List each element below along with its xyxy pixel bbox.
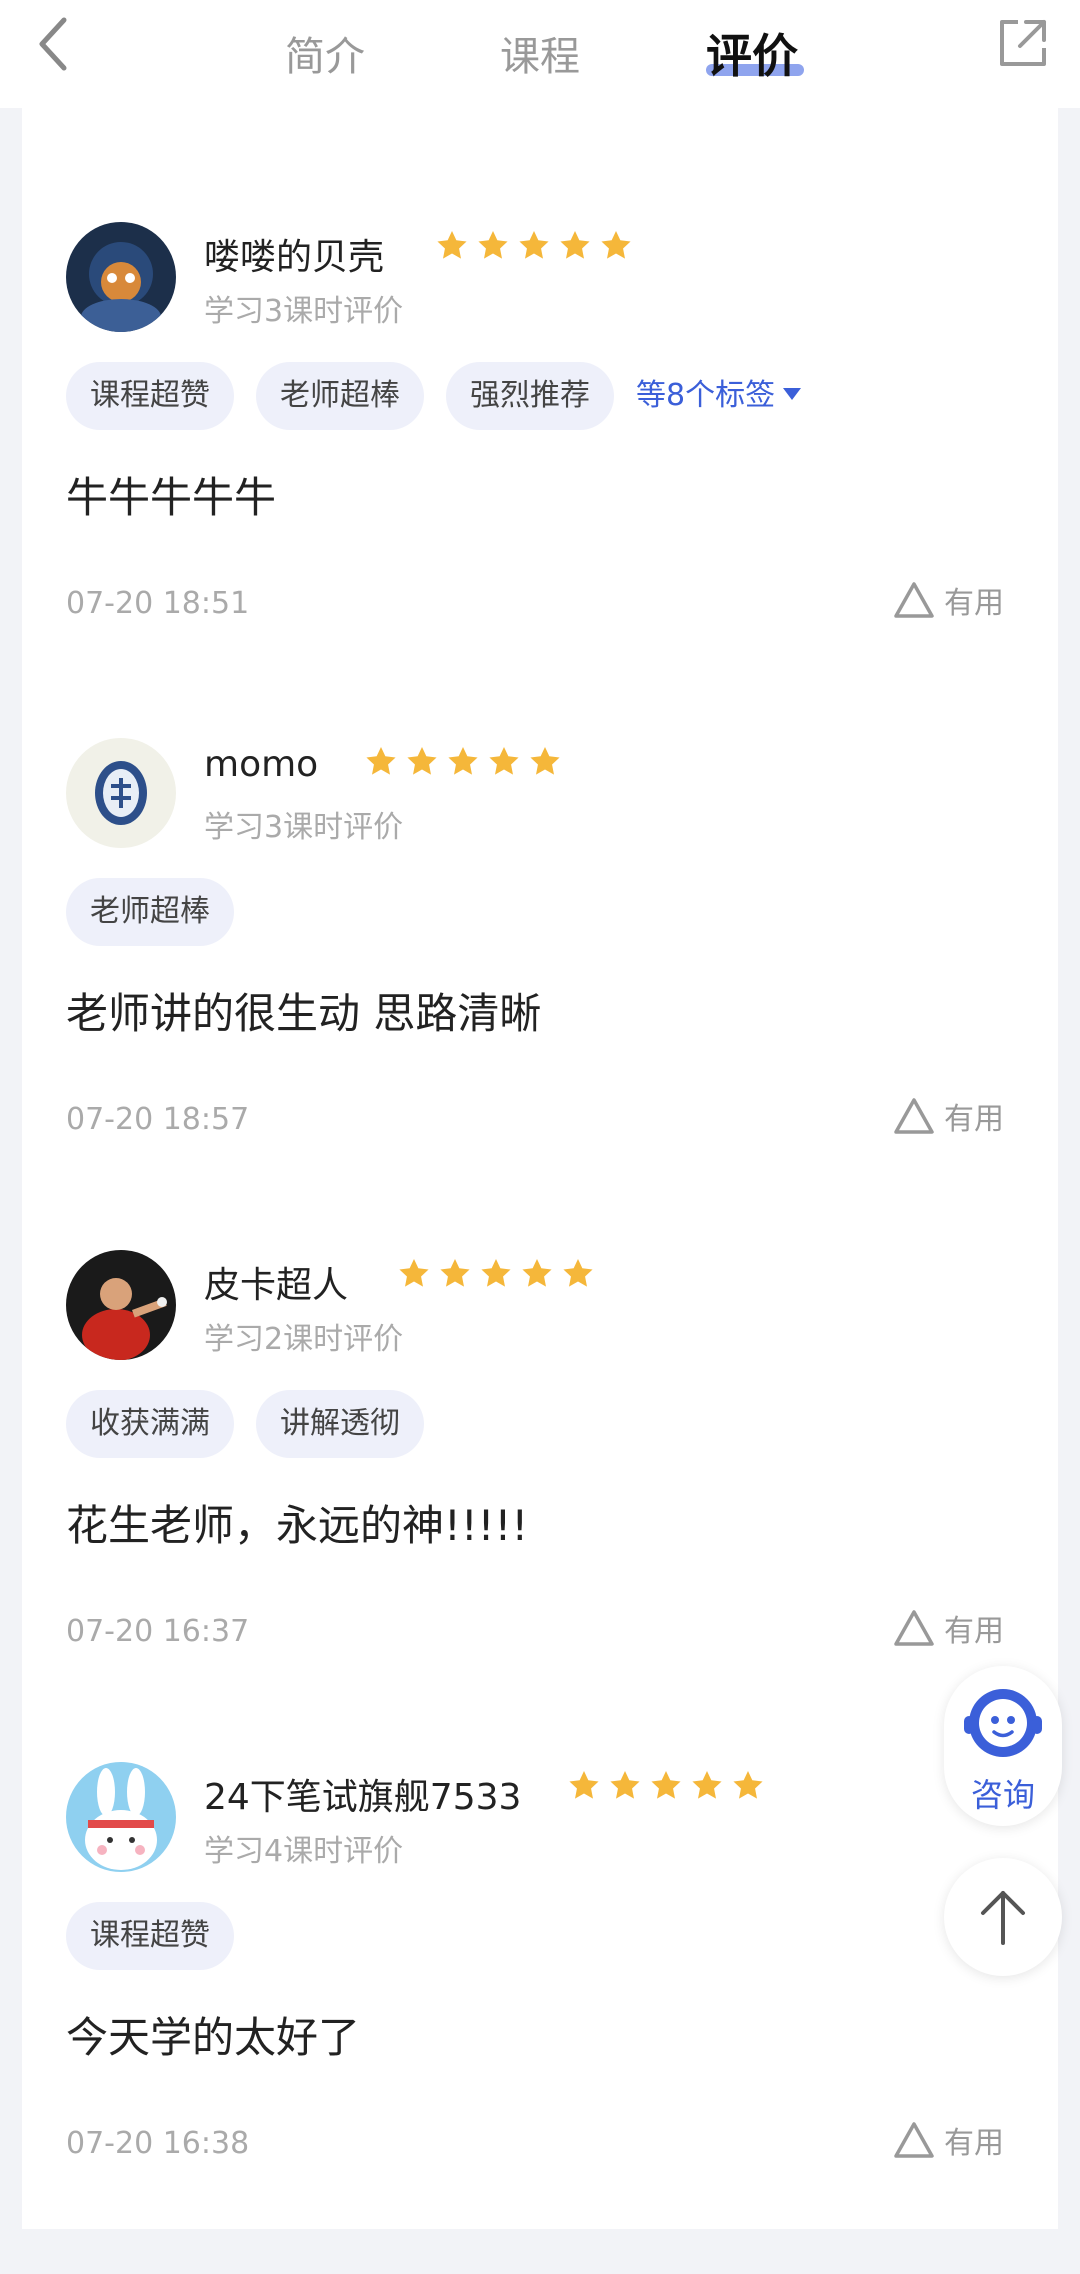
star-icon [407,747,437,775]
tab-intro[interactable]: 简介 [285,24,365,82]
useful-label: 有用 [944,1102,1004,1137]
back-to-top-button[interactable] [944,1858,1062,1976]
share-external-icon [1000,20,1046,66]
star-icon [563,1259,593,1287]
username[interactable]: 24下笔试旗舰7533 [204,1768,521,1820]
useful-button[interactable]: 有用 [892,2118,1004,2162]
rating-stars [363,744,568,780]
star-icon [560,231,590,259]
useful-button[interactable]: 有用 [892,1094,1004,1138]
star-icon [437,231,467,259]
review-content: 牛牛牛牛牛 [66,473,277,522]
star-icon [733,1771,763,1799]
consult-button[interactable]: 咨询 [944,1666,1062,1826]
review-time: 07-20 16:37 [66,1614,250,1649]
star-icon [366,747,396,775]
useful-button[interactable]: 有用 [892,578,1004,622]
thumb-triangle-icon [894,582,934,618]
review-tag: 老师超棒 [256,362,424,430]
review-item: 24下笔试旗舰7533 学习4课时评价 课程超赞 今天学的太好了 07-20 1… [0,1762,1080,2274]
star-icon [530,747,560,775]
tag-list: 课程超赞 [66,1902,256,1970]
avatar[interactable] [66,1250,176,1360]
rating-stars [566,1768,771,1804]
avatar[interactable] [66,222,176,332]
star-icon [489,747,519,775]
star-icon [692,1771,722,1799]
back-button[interactable] [30,14,80,74]
star-icon [601,231,631,259]
review-time: 07-20 18:51 [66,586,250,621]
star-icon [478,231,508,259]
rating-stars [434,228,639,264]
review-meta: 学习3课时评价 [204,294,404,329]
username[interactable]: momo [204,744,318,785]
review-meta: 学习2课时评价 [204,1322,404,1357]
tab-course[interactable]: 课程 [500,24,580,82]
tag-list: 课程超赞 老师超棒 强烈推荐 等8个标签 [66,362,802,430]
review-tag: 老师超棒 [66,878,234,946]
tag-list: 收获满满 讲解透彻 [66,1390,446,1458]
review-content: 花生老师，永远的神!!!!! [66,1501,529,1550]
tab-reviews[interactable]: 评价 [706,20,1080,532]
chevron-left-icon [39,17,67,71]
review-time: 07-20 18:57 [66,1102,250,1137]
star-icon [610,1771,640,1799]
review-tag: 课程超赞 [66,1902,234,1970]
arrow-up-icon [981,1891,1025,1945]
review-tag: 收获满满 [66,1390,234,1458]
thumb-triangle-icon [894,1098,934,1134]
rating-stars [396,1256,601,1292]
review-item: momo 学习3课时评价 老师超棒 老师讲的很生动 思路清晰 07-20 18:… [0,738,1080,1250]
star-icon [440,1259,470,1287]
review-content: 今天学的太好了 [66,2013,361,2062]
tag-list: 老师超棒 [66,878,256,946]
star-icon [651,1771,681,1799]
review-meta: 学习3课时评价 [204,810,404,845]
review-tag: 课程超赞 [66,362,234,430]
review-meta: 学习4课时评价 [204,1834,404,1869]
star-icon [522,1259,552,1287]
avatar[interactable] [66,738,176,848]
star-icon [519,231,549,259]
share-button[interactable] [994,14,1052,72]
star-icon [569,1771,599,1799]
review-tag: 讲解透彻 [256,1390,424,1458]
star-icon [399,1259,429,1287]
star-icon [448,747,478,775]
consult-label: 咨询 [970,1776,1035,1814]
star-icon [481,1259,511,1287]
useful-label: 有用 [944,1614,1004,1649]
thumb-triangle-icon [894,1610,934,1646]
useful-label: 有用 [944,2126,1004,2161]
avatar[interactable] [66,1762,176,1872]
username[interactable]: 皮卡超人 [204,1256,348,1308]
review-content: 老师讲的很生动 思路清晰 [66,989,542,1038]
review-time: 07-20 16:38 [66,2126,250,2161]
thumb-triangle-icon [894,2122,934,2158]
review-item: 皮卡超人 学习2课时评价 收获满满 讲解透彻 花生老师，永远的神!!!!! 07-… [0,1250,1080,1762]
review-tag: 强烈推荐 [446,362,614,430]
username[interactable]: 喽喽的贝壳 [204,228,384,280]
useful-button[interactable]: 有用 [892,1606,1004,1650]
customer-service-icon [964,1689,1042,1757]
top-nav-bar: 简介 课程 评价 [0,0,1080,108]
useful-label: 有用 [944,586,1004,621]
